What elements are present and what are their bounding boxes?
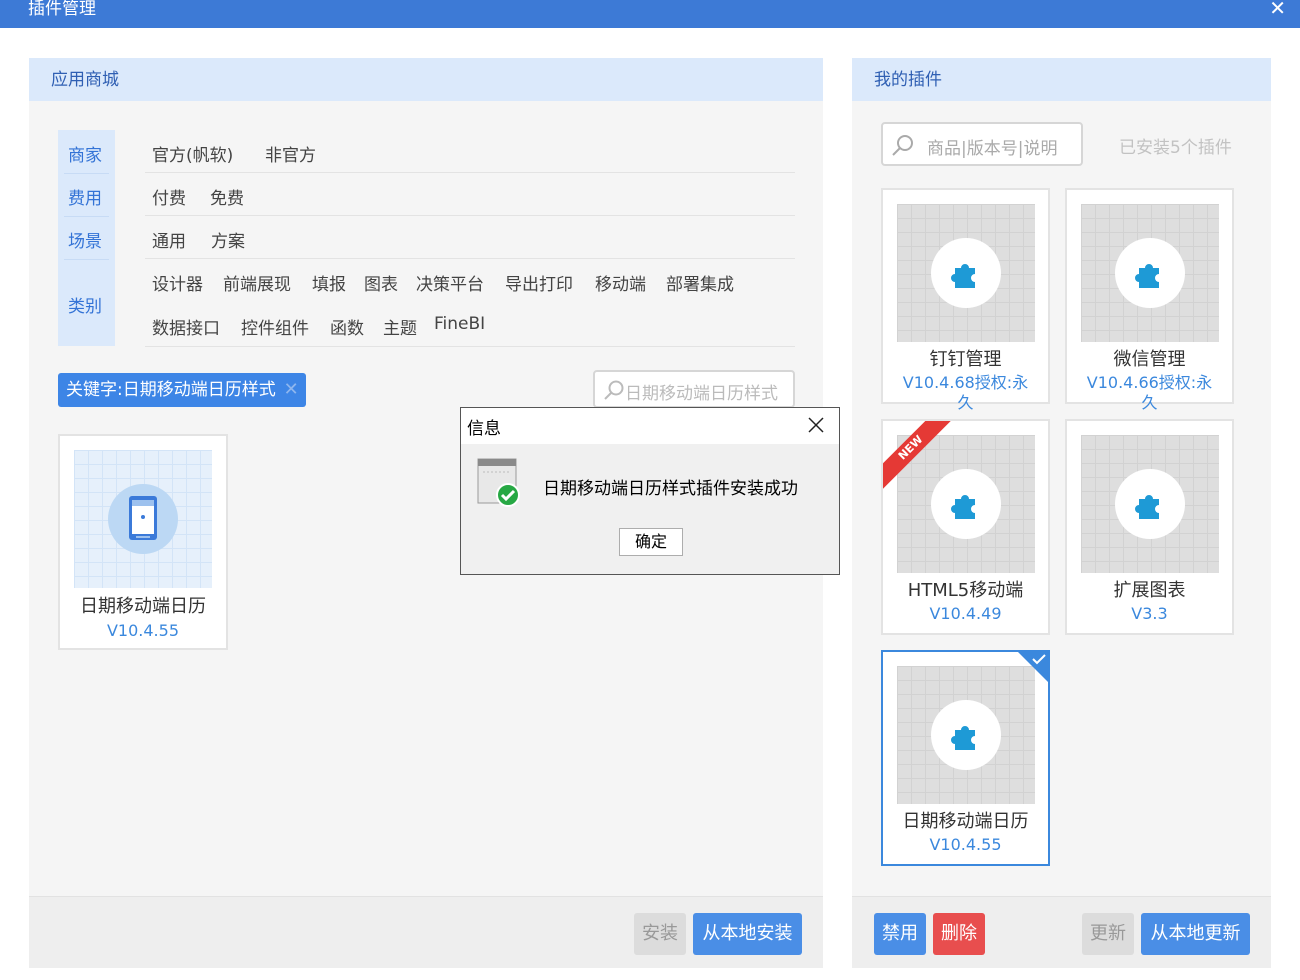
store-search-input[interactable]: 日期移动端日历样式	[593, 370, 795, 408]
window-titlebar: 插件管理 ✕	[0, 0, 1300, 28]
filter-row-scene: 通用 方案	[145, 216, 795, 259]
plugin-thumbnail	[1081, 435, 1219, 573]
my-plugin-card[interactable]: 微信管理 V10.4.66授权:永久	[1065, 188, 1234, 412]
filter-option[interactable]: 方案	[211, 227, 245, 252]
plugin-name: 扩展图表	[1113, 580, 1186, 601]
puzzle-icon	[1135, 495, 1159, 519]
installed-count: 已安装5个插件	[1119, 138, 1232, 158]
search-icon	[604, 380, 624, 400]
plugin-thumbnail	[74, 450, 212, 588]
plugin-thumbnail	[1081, 204, 1219, 342]
plugin-thumbnail	[897, 204, 1035, 342]
plugin-version: V10.4.68授权:永久	[902, 373, 1029, 412]
filter-row-vendor: 官方(帆软) 非官方	[145, 130, 795, 173]
filter-option[interactable]: 导出打印	[505, 270, 573, 295]
divider	[64, 259, 109, 260]
plugin-version: V10.4.66授权:永久	[1086, 373, 1213, 412]
plugin-version: V3.3	[1131, 604, 1168, 623]
plugin-name: HTML5移动端	[907, 580, 1024, 601]
puzzle-icon	[1135, 264, 1159, 288]
my-plugins-header: 我的插件	[852, 58, 1271, 101]
window-title: 插件管理	[28, 0, 96, 19]
keyword-tag-label: 关键字:日期移动端日历样式	[66, 380, 276, 400]
filter-option[interactable]: 部署集成	[666, 270, 734, 295]
filter-option[interactable]: 控件组件	[241, 314, 309, 339]
plugin-name: 钉钉管理	[929, 349, 1002, 370]
filter-option[interactable]: 付费	[152, 184, 186, 209]
close-icon[interactable]	[807, 416, 825, 434]
update-local-button[interactable]: 从本地更新	[1141, 913, 1250, 955]
my-plugin-card-selected[interactable]: 日期移动端日历 V10.4.55	[881, 650, 1050, 866]
install-button[interactable]: 安装	[634, 913, 686, 955]
store-plugin-card[interactable]: 日期移动端日历 V10.4.55	[58, 434, 228, 650]
plugin-thumbnail	[897, 435, 1035, 573]
filter-option[interactable]: 通用	[152, 227, 186, 252]
keyword-tag: 关键字:日期移动端日历样式 ✕	[58, 373, 306, 407]
dialog-header: 信息	[461, 408, 839, 444]
ok-button[interactable]: 确定	[619, 528, 683, 556]
selected-check-icon	[1016, 650, 1050, 684]
my-plugin-card[interactable]: 钉钉管理 V10.4.68授权:永久	[881, 188, 1050, 412]
plugin-version: V10.4.55	[106, 621, 179, 640]
close-icon[interactable]: ✕	[1269, 0, 1286, 20]
plugin-version: V10.4.55	[929, 835, 1002, 854]
my-plugin-card[interactable]: NEW HTML5移动端 V10.4.49	[881, 419, 1050, 635]
success-icon	[477, 458, 520, 507]
plugin-name: 日期移动端日历	[80, 596, 206, 617]
filter-option[interactable]: 官方(帆软)	[152, 141, 233, 166]
store-header: 应用商城	[29, 58, 823, 101]
store-footer: 安装 从本地安装	[29, 896, 823, 968]
puzzle-icon	[951, 726, 975, 750]
filter-option[interactable]: 免费	[210, 184, 244, 209]
filter-option[interactable]: 移动端	[595, 270, 646, 295]
filter-option[interactable]: 决策平台	[416, 270, 484, 295]
plugin-name: 日期移动端日历	[902, 811, 1029, 832]
my-plugin-card[interactable]: 扩展图表 V3.3	[1065, 419, 1234, 635]
my-plugins-search-input[interactable]: 商品|版本号|说明	[881, 122, 1083, 166]
filter-option[interactable]: 主题	[383, 314, 417, 339]
divider	[64, 216, 109, 217]
divider	[145, 302, 795, 303]
calendar-phone-icon	[108, 484, 178, 554]
plugin-version: V10.4.49	[929, 604, 1002, 623]
filter-row-fee: 付费 免费	[145, 173, 795, 216]
install-local-button[interactable]: 从本地安装	[693, 913, 802, 955]
remove-tag-icon[interactable]: ✕	[284, 373, 299, 407]
filter-option[interactable]: 图表	[364, 270, 398, 295]
divider	[145, 346, 795, 347]
update-button[interactable]: 更新	[1082, 913, 1134, 955]
plugin-thumbnail	[897, 666, 1035, 804]
disable-button[interactable]: 禁用	[874, 913, 926, 955]
filter-option[interactable]: 设计器	[152, 270, 203, 295]
filter-option[interactable]: 函数	[330, 314, 364, 339]
my-plugins-footer: 禁用 删除 更新 从本地更新	[852, 896, 1271, 968]
filter-category-column: 商家 费用 场景 类别	[58, 130, 115, 346]
filter-option[interactable]: 前端展现	[223, 270, 291, 295]
info-dialog: 信息 日期移动端日历样式插件安装成功 确定	[460, 407, 840, 575]
filter-label-vendor[interactable]: 商家	[68, 141, 102, 166]
filter-option[interactable]: 数据接口	[152, 314, 220, 339]
filter-label-type[interactable]: 类别	[68, 292, 102, 317]
dialog-message: 日期移动端日历样式插件安装成功	[543, 479, 798, 499]
filter-label-fee[interactable]: 费用	[68, 184, 102, 209]
filter-option[interactable]: 非官方	[265, 141, 316, 166]
filter-option[interactable]: FineBI	[434, 314, 485, 334]
search-placeholder: 商品|版本号|说明	[927, 139, 1058, 159]
search-icon	[892, 135, 913, 156]
delete-button[interactable]: 删除	[933, 913, 985, 955]
puzzle-icon	[951, 264, 975, 288]
divider	[64, 173, 109, 174]
filter-label-scene[interactable]: 场景	[68, 227, 102, 252]
plugin-name: 微信管理	[1113, 349, 1186, 370]
filter-option[interactable]: 填报	[312, 270, 346, 295]
store-search-value: 日期移动端日历样式	[625, 384, 778, 404]
dialog-title: 信息	[467, 419, 501, 439]
puzzle-icon	[951, 495, 975, 519]
